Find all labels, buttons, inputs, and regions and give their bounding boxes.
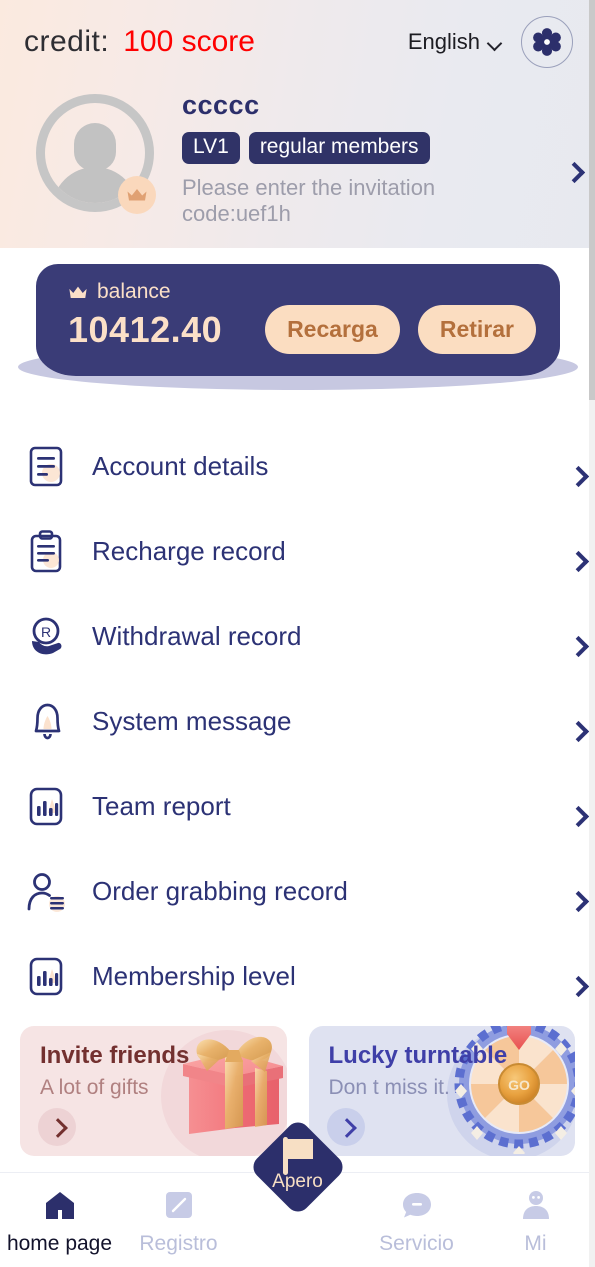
tab-mi[interactable]: Mi [476,1185,595,1256]
avatar-head [74,123,116,171]
promo-card-lucky-turntable[interactable]: GO Lucky turntable Don t miss it. [308,1026,575,1156]
bar-chart-icon [24,783,72,831]
balance-section: balance 10412.40 Recarga Retirar [0,248,595,398]
avatar-crown-badge [118,176,156,214]
tab-label: home page [6,1232,113,1255]
tab-home-page[interactable]: home page [0,1185,119,1256]
balance-title-row: balance [68,280,222,304]
promo-card-invite-friends[interactable]: Invite friends A lot of gifts [20,1026,287,1156]
crown-icon [69,286,87,298]
tab-label: Mi [524,1232,547,1255]
balance-info: balance 10412.40 [68,280,222,351]
invitation-code-text: Please enter the invitation code:uef1h [182,175,436,226]
menu-item-system-message[interactable]: System message [0,679,595,764]
profile-summary[interactable]: ccccc LV1 regular members Please enter t… [0,88,595,238]
scrollbar-thumb[interactable] [589,0,595,400]
menu-list: Account details Recharge record R Withdr… [0,424,595,1019]
page-header: credit: 100 score English ccccc LV1 regu… [0,0,595,248]
menu-item-account-details[interactable]: Account details [0,424,595,509]
avatar[interactable] [36,94,156,214]
person-list-icon [24,868,72,916]
promo-subtitle: A lot of gifts [40,1076,149,1099]
document-lines-icon [24,443,72,491]
balance-card: balance 10412.40 Recarga Retirar [36,264,560,376]
credit-value: 100 score [123,25,255,58]
home-icon [40,1185,80,1225]
tab-servicio[interactable]: Servicio [357,1185,476,1256]
center-tab-label: Apero [272,1171,323,1192]
menu-item-order-grabbing-record[interactable]: Order grabbing record [0,849,595,934]
menu-item-label: Withdrawal record [92,621,302,651]
profile-badges: LV1 regular members [182,132,565,165]
crown-icon [127,189,147,201]
tab-apero-center-button[interactable]: Apero [248,1117,347,1217]
bar-chart-icon [24,953,72,1001]
language-label: English [407,29,480,54]
tab-registro[interactable]: Registro [119,1185,238,1256]
level-badge: LV1 [182,132,240,165]
menu-item-label: System message [92,706,292,736]
balance-amount: 10412.40 [68,309,223,350]
balance-actions: Recarga Retirar [265,305,536,354]
balance-label: balance [97,280,171,303]
settings-button[interactable] [521,16,573,68]
note-edit-icon [159,1185,199,1225]
chevron-down-icon [488,38,501,46]
menu-item-label: Team report [92,791,231,821]
page-scrollbar[interactable] [589,0,595,1267]
top-bar-right: English [408,16,573,68]
tab-label: Registro [139,1232,218,1255]
promo-title: Invite friends [40,1042,190,1069]
svg-text:R: R [41,624,51,640]
bell-icon [24,698,72,746]
menu-item-label: Order grabbing record [92,876,348,906]
chevron-right-icon [49,1119,65,1135]
menu-item-label: Account details [92,451,269,481]
menu-item-withdrawal-record[interactable]: R Withdrawal record [0,594,595,679]
language-selector[interactable]: English [408,29,501,55]
profile-page: credit: 100 score English ccccc LV1 regu… [0,0,595,1267]
profile-info: ccccc LV1 regular members Please enter t… [182,88,565,227]
username: ccccc [182,90,260,120]
menu-item-recharge-record[interactable]: Recharge record [0,509,595,594]
hand-coin-icon: R [24,613,72,661]
menu-item-label: Membership level [92,961,296,991]
promo-title: Lucky turntable [328,1042,508,1069]
menu-item-membership-level[interactable]: Membership level [0,934,595,1019]
chat-bubble-icon [397,1185,437,1225]
gear-icon [533,28,561,56]
withdraw-button[interactable]: Retirar [417,305,536,354]
top-bar: credit: 100 score English [0,0,595,84]
promo-subtitle: Don t miss it. [328,1076,450,1099]
menu-item-team-report[interactable]: Team report [0,764,595,849]
recharge-button[interactable]: Recarga [265,305,400,354]
tab-label: Servicio [379,1232,454,1255]
clipboard-icon [24,528,72,576]
member-type-badge: regular members [248,132,430,165]
menu-item-label: Recharge record [92,536,286,566]
promo-go-button[interactable] [38,1108,76,1146]
credit-label: credit: [24,25,110,58]
person-icon [516,1185,556,1225]
